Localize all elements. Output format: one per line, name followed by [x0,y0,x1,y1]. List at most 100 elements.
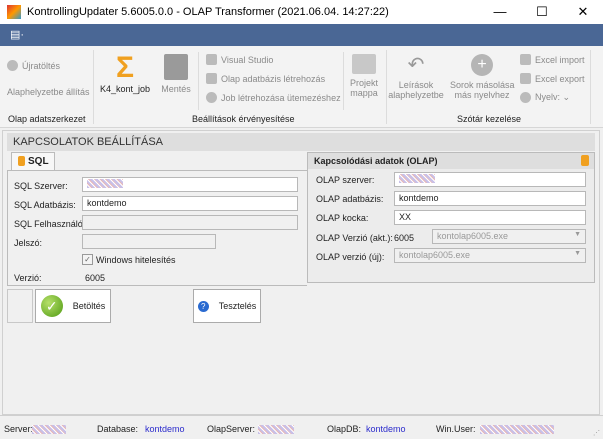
divider [93,50,94,124]
create-job-button[interactable]: Job létrehozása ütemezéshez [206,92,341,103]
redacted-value [32,425,66,434]
plus-icon: + [471,54,493,76]
divider [343,52,344,110]
test-button[interactable]: ? Tesztelés [193,289,261,323]
create-job-label: Job létrehozása ütemezéshez [221,92,341,103]
tab-sql-label: SQL [28,156,49,167]
copy-rows-button[interactable]: + Sorok másolása más nyelvhez [450,54,515,100]
olap-db-label: OLAP adatbázis: [316,194,384,204]
divider [386,50,387,124]
project-folder-button[interactable]: Projekt mappa [346,54,382,98]
tab-sql[interactable]: SQL [11,152,55,171]
sigma-icon: Σ [115,51,134,84]
status-bar: Server: Database: kontdemo OlapServer: O… [0,415,603,439]
k4-job-label: K4_kont_job [99,84,151,94]
olap-db-input[interactable]: kontdemo [394,191,586,206]
status-database-value: kontdemo [145,424,185,434]
sql-db-label: SQL Adatbázis: [14,200,76,210]
folder-icon [352,54,376,74]
olap-cube-input[interactable]: XX [394,210,586,225]
excel-export-button[interactable]: Excel export [520,73,585,84]
sql-tab-panel: SQL Szerver: SQL Adatbázis: kontdemo SQL… [7,170,307,286]
title-bar: KontrollingUpdater 5.6005.0.0 - OLAP Tra… [0,0,603,24]
divider [590,50,591,124]
connection-settings-panel: KAPCSOLATOK BEÁLLÍTÁSA SQL SQL Szerver: … [2,130,600,415]
excel-import-icon [520,54,531,65]
visual-studio-label: Visual Studio [221,54,274,65]
sql-server-label: SQL Szerver: [14,181,68,191]
olap-new-version-select[interactable]: kontolap6005.exe ▼ [394,248,586,263]
group-label: Olap adatszerkezet [8,114,86,124]
ribbon: Újratöltés Alaphelyzetbe állítás Olap ad… [0,46,603,128]
status-winuser-label: Win.User: [436,424,476,434]
maximize-button[interactable]: ☐ [522,0,562,24]
database-icon [581,155,589,166]
app-menu-icon[interactable]: ▤· [10,28,24,41]
database-icon [18,156,25,166]
olap-current-version-value: 6005 [394,233,415,243]
status-olapserver-label: OlapServer: [207,424,256,434]
group-label: Beállítások érvényesítése [192,114,295,124]
k4-job-button[interactable]: Σ K4_kont_job [99,51,151,95]
quick-access-bar: ▤· [0,24,603,46]
windows-auth-checkbox[interactable]: ✓ Windows hitelesítés [82,254,176,265]
close-button[interactable]: ✕ [563,0,603,24]
olap-group: Kapcsolódási adatok (OLAP) OLAP szerver:… [307,152,595,283]
panel-header: KAPCSOLATOK BEÁLLÍTÁSA [7,133,595,151]
status-server-label: Server: [4,424,34,434]
olap-current-version-select[interactable]: kontolap6005.exe ▼ [432,229,586,244]
version-label: Verzió: [14,273,42,283]
visual-studio-button[interactable]: Visual Studio [206,54,273,65]
sql-user-input[interactable] [82,215,298,230]
minimize-button[interactable]: — [480,0,520,24]
olap-cube-label: OLAP kocka: [316,213,369,223]
reset-descriptions-label-1: Leírások [398,80,434,90]
redacted-value [87,179,123,188]
reload-icon [7,60,18,71]
resize-grip-icon[interactable]: ⋰ [593,429,600,437]
document-icon [206,73,217,84]
reload-label: Újratöltés [22,60,61,71]
language-dropdown[interactable]: Nyelv: ⌄ [520,92,570,103]
divider [198,52,199,110]
status-olapdb-value: kontdemo [366,424,406,434]
create-olap-db-button[interactable]: Olap adatbázis létrehozás [206,73,325,84]
test-label: Tesztelés [218,301,257,311]
version-value: 6005 [85,273,106,283]
reset-descriptions-label-2: alaphelyzetbe [388,90,444,100]
chevron-down-icon: ▼ [574,231,581,238]
create-olap-db-label: Olap adatbázis létrehozás [221,73,326,84]
status-database-label: Database: [97,424,139,434]
excel-export-label: Excel export [535,73,585,84]
load-label: Betöltés [72,301,106,311]
copy-rows-label-2: más nyelvhez [454,90,510,100]
olap-server-input[interactable] [394,172,586,187]
app-icon [7,5,21,19]
reset-descriptions-button[interactable]: ↶ Leírások alaphelyzetbe [388,54,444,100]
redacted-value [258,425,294,434]
checkmark-icon: ✓ [40,295,63,317]
excel-import-button[interactable]: Excel import [520,54,585,65]
save-button[interactable]: Mentés [158,52,194,94]
save-icon [164,54,188,80]
sql-server-input[interactable] [82,177,298,192]
redacted-value [399,174,435,183]
password-input[interactable] [82,234,216,249]
chevron-down-icon: ▼ [574,250,581,257]
load-button[interactable]: ✓ Betöltés [35,289,111,323]
password-label: Jelszó: [14,238,43,248]
undo-icon: ↶ [407,54,425,76]
select-value: kontolap6005.exe [437,231,509,241]
reset-button[interactable]: Alaphelyzetbe állítás [7,87,90,97]
spacer-box [7,289,33,323]
globe-icon [520,92,531,103]
clock-icon [206,92,217,103]
help-icon: ? [197,300,209,312]
reload-button[interactable]: Újratöltés [7,60,60,71]
sql-db-input[interactable]: kontdemo [82,196,298,211]
select-value: kontolap6005.exe [399,250,471,260]
save-label: Mentés [161,84,191,94]
windows-auth-label: Windows hitelesítés [96,254,176,265]
olap-group-title: Kapcsolódási adatok (OLAP) [308,153,594,169]
olap-current-version-label: OLAP Verzió (akt.): [316,233,393,243]
